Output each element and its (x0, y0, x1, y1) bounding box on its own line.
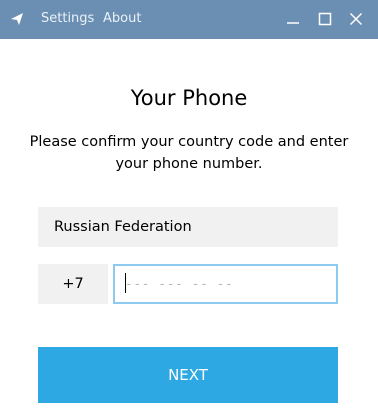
settings-menu-item[interactable]: Settings (41, 11, 94, 27)
instruction-text: Please confirm your country code and ent… (29, 134, 349, 172)
country-code-value: +7 (62, 276, 84, 292)
maximize-icon[interactable] (315, 9, 335, 29)
page-title: Your Phone (130, 86, 248, 110)
about-menu-item[interactable]: About (103, 11, 141, 27)
country-code-field[interactable]: +7 (38, 264, 108, 304)
next-button[interactable]: NEXT (38, 347, 338, 403)
minimize-icon[interactable] (283, 9, 303, 29)
close-icon[interactable] (346, 9, 366, 29)
login-window: Settings About Your Phone Please confirm… (0, 0, 378, 415)
paper-plane-icon[interactable] (6, 8, 28, 30)
country-name: Russian Federation (54, 219, 192, 235)
text-cursor (125, 273, 126, 293)
phone-number-input[interactable] (113, 264, 338, 304)
country-select[interactable]: Russian Federation (38, 207, 338, 247)
title-bar[interactable]: Settings About (0, 0, 378, 39)
